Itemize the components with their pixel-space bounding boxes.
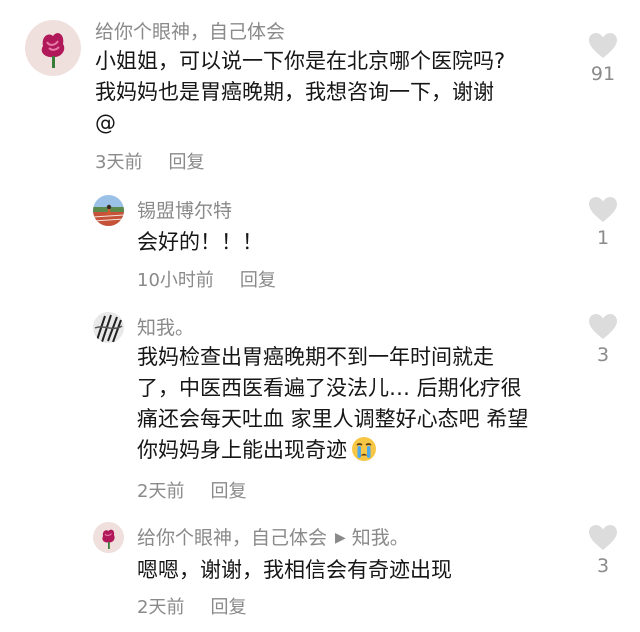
heart-icon bbox=[589, 33, 617, 58]
like-button[interactable]: 3 bbox=[583, 313, 623, 366]
comment-text-line: 我妈妈也是胃癌晚期，我想咨询一下，谢谢 bbox=[95, 80, 494, 104]
reply-text-line: 你妈妈身上能出现奇迹 bbox=[137, 435, 528, 466]
reply-text: 我妈检查出胃癌晚期不到一年时间就走 了，中医西医看遍了没法儿… 后期化疗很 痛还… bbox=[137, 342, 528, 466]
avatar[interactable] bbox=[93, 195, 124, 226]
reply-username: 给你个眼神，自己体会 ▶ 知我。 bbox=[137, 526, 409, 550]
reply-meta: 2天前 回复 bbox=[137, 481, 246, 503]
heart-icon bbox=[589, 525, 617, 550]
reply-username[interactable]: 锡盟博尔特 bbox=[137, 199, 232, 223]
reply-button[interactable]: 回复 bbox=[168, 152, 204, 173]
flower-avatar-icon bbox=[93, 522, 124, 553]
reply-username[interactable]: 知我。 bbox=[137, 316, 194, 340]
avatar[interactable] bbox=[25, 20, 81, 76]
heart-icon bbox=[589, 197, 617, 222]
sketch-avatar-icon bbox=[93, 312, 124, 343]
comment-username[interactable]: 给你个眼神，自己体会 bbox=[95, 20, 285, 44]
reply-text: 会好的！！！ bbox=[137, 227, 263, 258]
like-button[interactable]: 1 bbox=[583, 196, 623, 249]
reply-text-line: 嗯嗯，谢谢，我相信会有奇迹出现 bbox=[137, 558, 452, 582]
reply-author[interactable]: 给你个眼神，自己体会 bbox=[137, 527, 327, 549]
like-count: 91 bbox=[590, 63, 616, 85]
reply-time: 10小时前 bbox=[137, 270, 214, 291]
reply-text-line: 了，中医西医看遍了没法儿… 后期化疗很 bbox=[137, 376, 522, 400]
reply-meta: 10小时前 回复 bbox=[137, 270, 276, 292]
comment-time: 3天前 bbox=[95, 152, 143, 173]
reply-button[interactable]: 回复 bbox=[240, 270, 276, 291]
triangle-right-icon: ▶ bbox=[335, 530, 346, 546]
avatar[interactable] bbox=[93, 522, 124, 553]
reply-target-username[interactable]: 知我。 bbox=[352, 526, 409, 550]
reply-button[interactable]: 回复 bbox=[210, 481, 246, 502]
reply-text: 嗯嗯，谢谢，我相信会有奇迹出现 bbox=[137, 555, 452, 586]
reply-text-line: 我妈检查出胃癌晚期不到一年时间就走 bbox=[137, 345, 494, 369]
like-count: 3 bbox=[596, 344, 610, 366]
flower-avatar-icon bbox=[25, 20, 81, 76]
avatar[interactable] bbox=[93, 312, 124, 343]
reply-text-line-content: 你妈妈身上能出现奇迹 bbox=[137, 438, 347, 462]
reply-text-line: 会好的！！！ bbox=[137, 230, 263, 254]
comment-meta: 3天前 回复 bbox=[95, 152, 204, 174]
like-count: 1 bbox=[596, 227, 610, 249]
reply-text-line: 痛还会每天吐血 家里人调整好心态吧 希望 bbox=[137, 407, 529, 431]
reply-time: 2天前 bbox=[137, 481, 185, 502]
comment-text: 小姐姐，可以说一下你是在北京哪个医院吗? 我妈妈也是胃癌晚期，我想咨询一下，谢谢… bbox=[95, 46, 505, 139]
like-button[interactable]: 91 bbox=[583, 32, 623, 85]
comment-text-line: 小姐姐，可以说一下你是在北京哪个医院吗? bbox=[95, 49, 506, 73]
reply-button[interactable]: 回复 bbox=[210, 597, 246, 618]
track-field-avatar-icon bbox=[93, 195, 124, 226]
like-count: 3 bbox=[596, 555, 610, 577]
heart-icon bbox=[589, 314, 617, 339]
crying-face-emoji-icon bbox=[352, 437, 376, 461]
reply-meta: 2天前 回复 bbox=[137, 597, 246, 619]
reply-time: 2天前 bbox=[137, 597, 185, 618]
comment-text-line: @ bbox=[95, 111, 116, 135]
like-button[interactable]: 3 bbox=[583, 524, 623, 577]
